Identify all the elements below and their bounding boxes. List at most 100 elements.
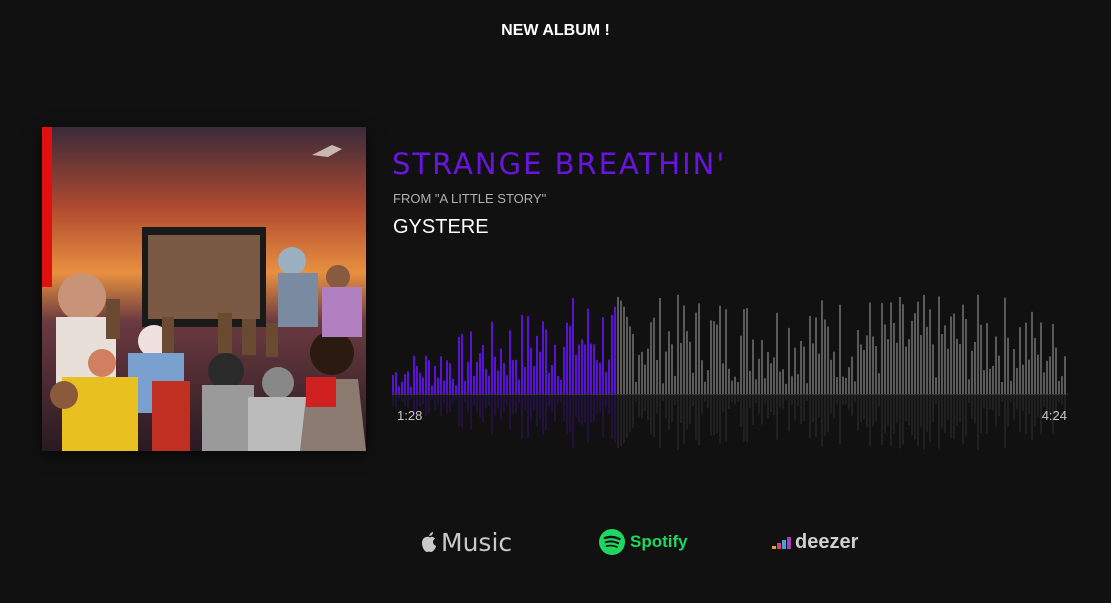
waveform-bar <box>497 370 499 394</box>
waveform-bar <box>683 305 685 394</box>
spotify-link[interactable]: Spotify <box>598 524 688 560</box>
waveform-reflection <box>755 395 757 404</box>
apple-music-label: Music <box>441 527 513 557</box>
waveform-bar <box>1019 327 1021 394</box>
waveform-reflection <box>1028 395 1030 414</box>
waveform-reflection <box>725 395 727 442</box>
waveform-bar <box>677 294 679 394</box>
waveform-bar <box>464 380 466 394</box>
waveform-bar <box>407 371 409 394</box>
waveform-bar <box>578 344 580 394</box>
waveform-reflection <box>491 395 493 435</box>
waveform-bar <box>902 304 904 394</box>
waveform-bar <box>746 308 748 394</box>
waveform-bar <box>434 365 436 394</box>
waveform-reflection <box>761 395 763 425</box>
waveform-bar <box>431 385 433 394</box>
waveform-reflection <box>476 395 478 413</box>
waveform-reflection <box>497 395 499 408</box>
waveform-reflection <box>953 395 955 440</box>
waveform-bar <box>461 334 463 394</box>
waveform-bar <box>554 344 556 394</box>
waveform-reflection <box>878 395 880 407</box>
waveform-reflection <box>602 395 604 438</box>
waveform-bar <box>572 298 574 394</box>
waveform-bar <box>893 322 895 394</box>
waveform-reflection <box>764 395 766 404</box>
waveform-bar <box>905 346 907 394</box>
waveform-bar <box>1028 359 1030 394</box>
waveform-bar <box>1055 347 1057 394</box>
page-title: NEW ALBUM ! <box>501 22 610 39</box>
waveform-reflection <box>770 395 772 412</box>
waveform-bar <box>665 351 667 394</box>
waveform-bar <box>515 359 517 394</box>
waveform-reflection <box>431 395 433 400</box>
waveform-reflection <box>911 395 913 436</box>
waveform-reflection <box>716 395 718 434</box>
waveform-reflection <box>701 395 703 414</box>
waveform-reflection <box>866 395 868 428</box>
waveform-bar <box>755 379 757 394</box>
waveform-reflection <box>1019 395 1021 432</box>
waveform-reflection <box>452 395 454 404</box>
deezer-link[interactable]: deezer <box>772 524 858 560</box>
waveform-bar <box>491 321 493 394</box>
waveform-bar <box>395 372 397 394</box>
artist-name[interactable]: GYSTERE <box>393 216 489 239</box>
waveform-bar <box>560 379 562 394</box>
waveform-bar <box>728 368 730 394</box>
waveform-reflection <box>782 395 784 409</box>
waveform-reflection <box>908 395 910 426</box>
waveform-reflection <box>605 395 607 408</box>
waveform-bar <box>485 369 487 394</box>
waveform-bar <box>587 308 589 394</box>
waveform-reflection <box>1022 395 1024 412</box>
apple-logo-icon <box>422 532 436 552</box>
waveform-bar <box>854 381 856 394</box>
album-cover[interactable] <box>42 127 366 451</box>
waveform-bar <box>617 296 619 394</box>
waveform-reflection <box>584 395 586 423</box>
waveform-reflection <box>740 395 742 428</box>
waveform-bar <box>1046 360 1048 394</box>
waveform-bar <box>827 326 829 394</box>
waveform-reflection <box>671 395 673 423</box>
waveform-reflection <box>641 395 643 419</box>
waveform-reflection <box>734 395 736 405</box>
apple-music-link[interactable]: Music <box>420 524 512 560</box>
waveform-reflection <box>788 395 790 432</box>
waveform-reflection <box>794 395 796 421</box>
waveform-reflection <box>800 395 802 425</box>
waveform-reflection <box>773 395 775 416</box>
waveform-bar <box>473 376 475 394</box>
waveform-reflection <box>1034 395 1036 426</box>
waveform-reflection <box>515 395 517 414</box>
waveform-bar <box>872 336 874 394</box>
waveform-reflection <box>662 395 664 401</box>
waveform-bar <box>692 372 694 394</box>
waveform-bar <box>731 380 733 394</box>
waveform-reflection <box>680 395 682 424</box>
waveform-reflection <box>749 395 751 408</box>
waveform-player[interactable] <box>392 280 1068 465</box>
waveform-reflection <box>572 395 574 448</box>
waveform-bar <box>965 319 967 394</box>
waveform-reflection <box>995 395 997 427</box>
waveform-reflection <box>422 395 424 405</box>
waveform-reflection <box>404 395 406 406</box>
waveform-bar <box>908 339 910 394</box>
waveform-reflection <box>857 395 859 431</box>
waveform-bar <box>632 334 634 394</box>
waveform-bar <box>488 375 490 394</box>
waveform-reflection <box>728 395 730 409</box>
waveform-reflection <box>983 395 985 409</box>
waveform-reflection <box>629 395 631 433</box>
waveform-bar <box>863 350 865 394</box>
waveform-bar <box>782 369 784 394</box>
waveform-bar <box>866 335 868 394</box>
waveform-reflection <box>1037 395 1039 417</box>
waveform-bar <box>899 296 901 394</box>
waveform-bar <box>704 381 706 394</box>
waveform-reflection <box>902 395 904 445</box>
